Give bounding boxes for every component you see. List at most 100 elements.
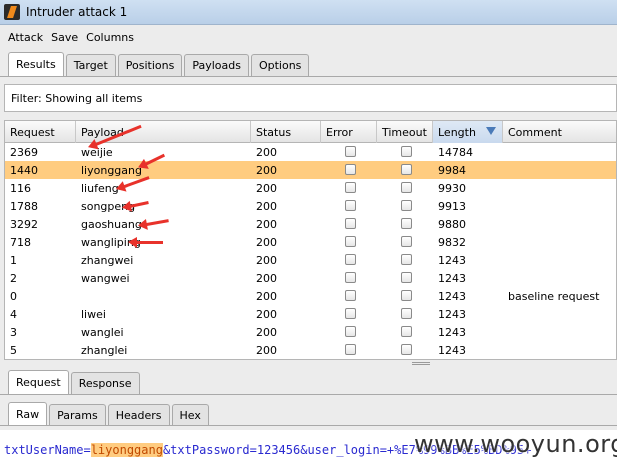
table-row[interactable]: 1440 liyonggang 200 9984 [5, 161, 616, 179]
cell-payload: wangwei [81, 271, 130, 285]
cell-payload [76, 287, 81, 305]
request-highlight: liyonggang [90, 443, 163, 457]
table-row[interactable]: 0 200 1243 baseline request [5, 287, 616, 305]
tab-raw[interactable]: Raw [8, 402, 48, 426]
timeout-checkbox [401, 146, 412, 157]
cell-status: 200 [256, 217, 277, 231]
timeout-checkbox [401, 254, 412, 265]
col-request[interactable]: Request [5, 121, 76, 143]
detail-tabs: Request Response [8, 370, 142, 394]
cell-status: 200 [256, 271, 277, 285]
cell-comment [503, 269, 508, 287]
annotation-arrow [128, 237, 163, 248]
filter-text: Filter: Showing all items [11, 91, 143, 105]
cell-request: 5 [10, 343, 17, 357]
tab-params[interactable]: Params [49, 404, 106, 426]
table-row[interactable]: 4 liwei 200 1243 [5, 305, 616, 323]
cell-length: 1243 [438, 271, 466, 285]
menu-save[interactable]: Save [51, 31, 78, 44]
title-bar: Intruder attack 1 [0, 0, 617, 25]
cell-length: 9984 [438, 163, 466, 177]
timeout-checkbox [401, 218, 412, 229]
menu-bar: Attack Save Columns [0, 26, 617, 48]
burp-logo-icon [4, 4, 20, 20]
tab-positions[interactable]: Positions [117, 54, 183, 76]
cell-length: 1243 [438, 307, 466, 321]
splitter-grip-icon[interactable] [412, 362, 430, 365]
cell-status: 200 [256, 307, 277, 321]
pane-splitter[interactable] [0, 360, 617, 368]
results-table: Request Payload Status Error Timeout Len… [4, 120, 617, 360]
cell-request: 2 [10, 271, 17, 285]
timeout-checkbox [401, 164, 412, 175]
error-checkbox [345, 236, 356, 247]
cell-payload: liyonggang [81, 163, 142, 177]
timeout-checkbox [401, 200, 412, 211]
tab-options[interactable]: Options [250, 54, 310, 76]
tab-request[interactable]: Request [8, 370, 69, 394]
tab-divider [0, 394, 617, 395]
tab-headers[interactable]: Headers [107, 404, 170, 426]
table-row[interactable]: 1788 songpeng 200 9913 [5, 197, 616, 215]
table-row[interactable]: 3292 gaoshuang 200 9880 [5, 215, 616, 233]
tab-payloads[interactable]: Payloads [184, 54, 249, 76]
cell-payload: zhanglei [81, 343, 128, 357]
tab-response[interactable]: Response [70, 372, 140, 394]
tab-hex[interactable]: Hex [171, 404, 209, 426]
cell-comment [503, 179, 508, 197]
cell-payload: liwei [81, 307, 106, 321]
error-checkbox [345, 326, 356, 337]
cell-payload: wanglei [81, 325, 124, 339]
error-checkbox [345, 200, 356, 211]
cell-length: 14784 [438, 145, 473, 159]
menu-attack[interactable]: Attack [8, 31, 43, 44]
cell-request: 4 [10, 307, 17, 321]
col-error[interactable]: Error [321, 121, 377, 143]
col-status[interactable]: Status [251, 121, 321, 143]
col-comment[interactable]: Comment [503, 121, 616, 143]
table-row[interactable]: 5 zhanglei 200 1243 [5, 341, 616, 359]
table-row[interactable]: 1 zhangwei 200 1243 [5, 251, 616, 269]
timeout-checkbox [401, 182, 412, 193]
table-row[interactable]: 2 wangwei 200 1243 [5, 269, 616, 287]
cell-request: 1 [10, 253, 17, 267]
cell-comment [503, 233, 508, 251]
cell-status: 200 [256, 145, 277, 159]
cell-comment [503, 143, 508, 161]
cell-request: 1788 [10, 199, 38, 213]
cell-status: 200 [256, 163, 277, 177]
error-checkbox [345, 290, 356, 301]
error-checkbox [345, 164, 356, 175]
col-length[interactable]: Length [433, 121, 503, 143]
col-timeout[interactable]: Timeout [377, 121, 433, 143]
cell-request: 0 [10, 289, 17, 303]
request-prefix: txtUserName= [4, 443, 91, 457]
cell-comment [503, 197, 508, 215]
cell-payload: gaoshuang [81, 217, 142, 231]
cell-status: 200 [256, 235, 277, 249]
table-row[interactable]: 718 wangliping 200 9832 [5, 233, 616, 251]
error-checkbox [345, 182, 356, 193]
filter-bar[interactable]: Filter: Showing all items [4, 84, 617, 112]
cell-payload: liufeng [81, 181, 119, 195]
tab-results[interactable]: Results [8, 52, 64, 76]
timeout-checkbox [401, 308, 412, 319]
error-checkbox [345, 254, 356, 265]
cell-payload: zhangwei [81, 253, 134, 267]
cell-length: 1243 [438, 289, 466, 303]
tab-divider [0, 425, 617, 426]
cell-status: 200 [256, 181, 277, 195]
timeout-checkbox [401, 236, 412, 247]
cell-comment [503, 215, 508, 233]
col-length-label: Length [438, 125, 476, 139]
menu-columns[interactable]: Columns [86, 31, 134, 44]
cell-comment: baseline request [508, 289, 600, 303]
table-row[interactable]: 116 liufeng 200 9930 [5, 179, 616, 197]
error-checkbox [345, 344, 356, 355]
main-tabs: Results Target Positions Payloads Option… [8, 52, 311, 76]
tab-target[interactable]: Target [65, 54, 116, 76]
cell-request: 116 [10, 181, 31, 195]
cell-length: 9880 [438, 217, 466, 231]
error-checkbox [345, 146, 356, 157]
table-row[interactable]: 3 wanglei 200 1243 [5, 323, 616, 341]
